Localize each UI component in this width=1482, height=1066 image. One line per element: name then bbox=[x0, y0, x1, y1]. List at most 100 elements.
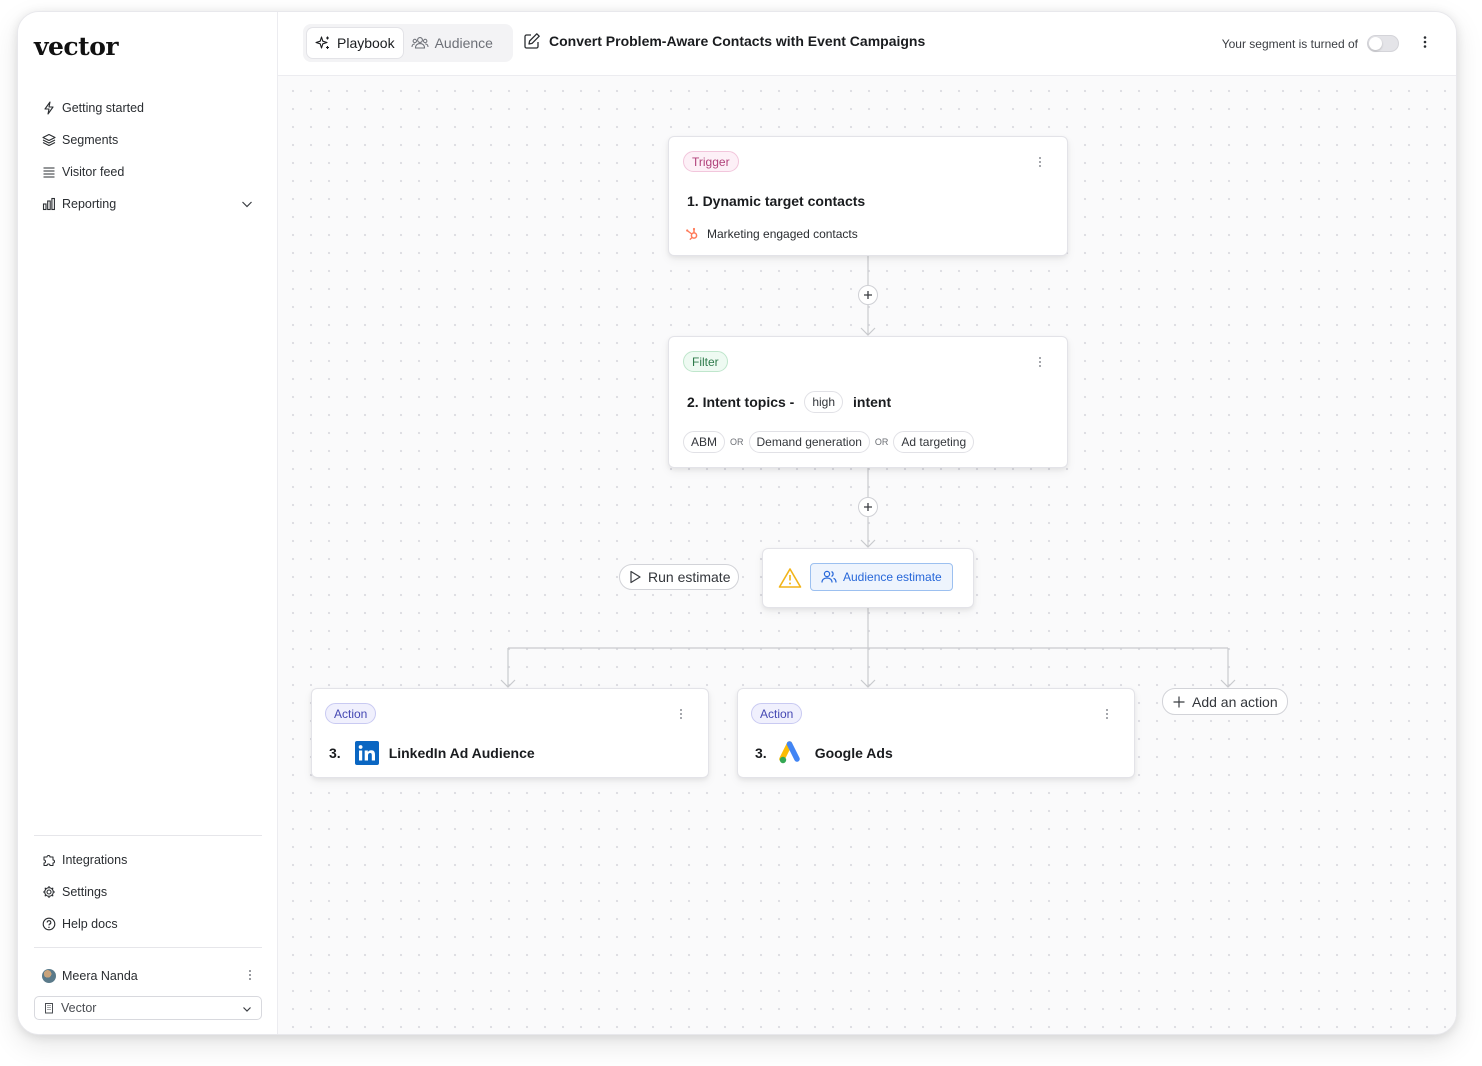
filter-title-suffix: intent bbox=[853, 394, 892, 410]
toggle-knob bbox=[1369, 37, 1382, 50]
organization-name: Vector bbox=[61, 1001, 97, 1015]
sidebar-item-label: Help docs bbox=[62, 917, 118, 931]
action-badge: Action bbox=[325, 703, 377, 724]
tab-audience[interactable]: Audience bbox=[403, 28, 501, 58]
app-window: vector Getting started Segments Visitor … bbox=[17, 11, 1457, 1035]
sidebar-item-visitor-feed[interactable]: Visitor feed bbox=[34, 156, 262, 188]
sidebar-item-label: Segments bbox=[62, 133, 119, 147]
sidebar-item-getting-started[interactable]: Getting started bbox=[34, 92, 262, 124]
view-switcher: Playbook Audience bbox=[303, 24, 513, 62]
more-vertical-icon[interactable] bbox=[246, 968, 254, 985]
sidebar-item-label: Getting started bbox=[62, 101, 144, 115]
edit-icon[interactable] bbox=[523, 32, 541, 50]
run-estimate-button[interactable]: Run estimate bbox=[619, 564, 740, 590]
sidebar-nav-secondary: Integrations Settings Help docs bbox=[34, 844, 262, 940]
sidebar-item-reporting[interactable]: Reporting bbox=[34, 188, 262, 220]
users-icon bbox=[821, 570, 837, 584]
gear-icon bbox=[42, 885, 56, 899]
google-ads-icon bbox=[778, 741, 805, 765]
more-vertical-icon[interactable] bbox=[678, 707, 684, 726]
intent-level-tag[interactable]: high bbox=[804, 391, 844, 413]
more-vertical-icon[interactable] bbox=[1037, 355, 1043, 374]
help-circle-icon bbox=[42, 917, 56, 931]
run-estimate-label: Run estimate bbox=[648, 569, 731, 585]
trigger-source: Marketing engaged contacts bbox=[685, 227, 858, 241]
sidebar-item-label: Settings bbox=[62, 885, 108, 899]
sidebar-divider bbox=[34, 835, 262, 836]
user-menu[interactable]: Meera Nanda bbox=[34, 964, 262, 988]
sidebar-nav-main: Getting started Segments Visitor feed Re… bbox=[34, 92, 262, 220]
plus-icon bbox=[1172, 695, 1186, 709]
segment-status-text: Your segment is turned of bbox=[1221, 37, 1358, 51]
tab-label: Audience bbox=[434, 35, 493, 51]
topic-tag[interactable]: Demand generation bbox=[748, 431, 870, 453]
plus-icon bbox=[864, 503, 872, 511]
warning-icon bbox=[778, 567, 802, 594]
sidebar-item-settings[interactable]: Settings bbox=[34, 876, 262, 908]
tab-playbook[interactable]: Playbook bbox=[307, 28, 403, 58]
page-title: Convert Problem-Aware Contacts with Even… bbox=[549, 33, 926, 49]
hubspot-icon bbox=[685, 227, 699, 241]
action-number: 3. bbox=[755, 745, 767, 761]
action-name: LinkedIn Ad Audience bbox=[388, 745, 535, 761]
estimate-card: Audience estimate bbox=[762, 548, 974, 608]
sparkles-icon bbox=[315, 35, 331, 51]
filter-badge: Filter bbox=[683, 351, 728, 372]
action-title: 3. LinkedIn Ad Audience bbox=[329, 741, 535, 765]
app-logo[interactable]: vector bbox=[34, 32, 119, 61]
more-vertical-icon[interactable] bbox=[1037, 155, 1043, 174]
action-card-linkedin[interactable]: Action 3. LinkedIn Ad Audience bbox=[311, 688, 709, 778]
playbook-canvas[interactable]: Trigger 1. Dynamic target contacts Marke… bbox=[278, 76, 1456, 1034]
action-badge: Action bbox=[751, 703, 803, 724]
layers-icon bbox=[42, 133, 56, 147]
avatar bbox=[42, 969, 56, 983]
action-card-google-ads[interactable]: Action 3. Google Ads bbox=[737, 688, 1135, 778]
topic-tag[interactable]: Ad targeting bbox=[893, 431, 975, 453]
page-title-group: Convert Problem-Aware Contacts with Even… bbox=[523, 32, 925, 50]
sidebar-divider bbox=[34, 947, 262, 948]
bolt-icon bbox=[42, 101, 56, 115]
puzzle-icon bbox=[42, 853, 56, 867]
audience-estimate-label: Audience estimate bbox=[843, 570, 942, 584]
sidebar: vector Getting started Segments Visitor … bbox=[18, 12, 278, 1034]
add-action-button[interactable]: Add an action bbox=[1162, 688, 1288, 715]
add-step-button[interactable] bbox=[858, 285, 878, 305]
trigger-card[interactable]: Trigger 1. Dynamic target contacts Marke… bbox=[668, 136, 1068, 256]
action-title: 3. Google Ads bbox=[755, 741, 893, 765]
topic-list: ABM OR Demand generation OR Ad targeting bbox=[683, 431, 975, 453]
plus-icon bbox=[864, 291, 872, 299]
filter-title: 2. Intent topics - high intent bbox=[687, 391, 891, 413]
segment-toggle[interactable] bbox=[1367, 35, 1399, 52]
sidebar-item-segments[interactable]: Segments bbox=[34, 124, 262, 156]
sidebar-item-label: Integrations bbox=[62, 853, 128, 867]
sidebar-item-integrations[interactable]: Integrations bbox=[34, 844, 262, 876]
chevron-down-icon[interactable] bbox=[240, 197, 254, 214]
list-icon bbox=[42, 165, 56, 179]
chevron-down-icon bbox=[241, 1003, 253, 1018]
more-vertical-icon[interactable] bbox=[1104, 707, 1110, 726]
play-icon bbox=[628, 570, 642, 584]
or-connector: OR bbox=[730, 437, 744, 447]
tab-label: Playbook bbox=[337, 35, 395, 51]
trigger-source-label: Marketing engaged contacts bbox=[707, 227, 858, 241]
audience-estimate-button[interactable]: Audience estimate bbox=[810, 563, 953, 591]
filter-card[interactable]: Filter 2. Intent topics - high intent AB… bbox=[668, 336, 1068, 468]
sidebar-item-label: Reporting bbox=[62, 197, 117, 211]
trigger-title: 1. Dynamic target contacts bbox=[687, 193, 866, 209]
organization-select[interactable]: Vector bbox=[34, 996, 262, 1020]
trigger-badge: Trigger bbox=[683, 151, 739, 172]
topic-tag[interactable]: ABM bbox=[683, 431, 726, 453]
bar-chart-icon bbox=[42, 197, 56, 211]
building-icon bbox=[43, 1002, 55, 1014]
more-vertical-icon[interactable] bbox=[1422, 34, 1428, 55]
or-connector: OR bbox=[874, 437, 889, 447]
user-name: Meera Nanda bbox=[62, 969, 138, 983]
sidebar-item-label: Visitor feed bbox=[62, 165, 125, 179]
linkedin-icon bbox=[354, 741, 379, 765]
add-step-button[interactable] bbox=[858, 497, 878, 517]
action-name: Google Ads bbox=[814, 745, 893, 761]
add-action-label: Add an action bbox=[1192, 693, 1278, 710]
filter-title-prefix: 2. Intent topics - bbox=[687, 394, 795, 410]
sidebar-item-help-docs[interactable]: Help docs bbox=[34, 908, 262, 940]
top-bar: Playbook Audience Convert Problem-Aware … bbox=[278, 12, 1456, 76]
